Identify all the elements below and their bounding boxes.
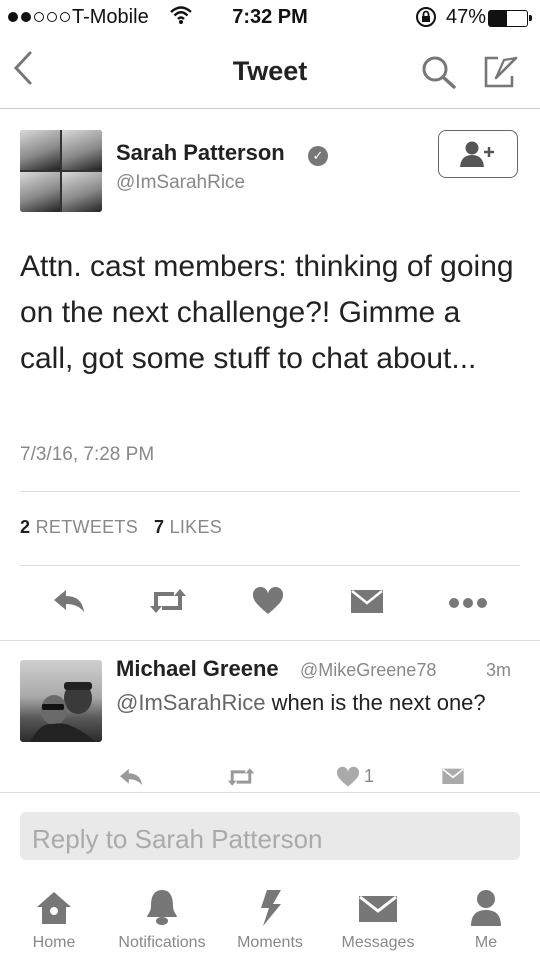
tab-me[interactable]: Me <box>432 878 540 951</box>
verified-badge-icon: ✓ <box>308 146 328 166</box>
reply-body: when is the next one? <box>265 690 486 715</box>
reply-text: @ImSarahRice when is the next one? <box>116 688 516 718</box>
reply-mention-link[interactable]: @ImSarahRice <box>116 690 266 715</box>
reply-author-name[interactable]: Michael Greene <box>116 656 279 682</box>
reply-icon[interactable] <box>118 766 144 793</box>
divider <box>20 491 520 492</box>
tab-label: Me <box>474 934 498 951</box>
divider <box>20 565 520 566</box>
navigation-bar: Tweet <box>0 36 540 109</box>
home-icon <box>37 892 71 924</box>
reply-timestamp: 3m <box>486 660 512 680</box>
more-icon[interactable] <box>448 596 488 614</box>
likes-count[interactable]: 7 <box>154 517 164 537</box>
reply-author-handle[interactable]: @MikeGreene78 <box>300 660 436 681</box>
likes-label[interactable]: LIKES <box>170 517 223 537</box>
signal-strength-icon <box>8 12 70 22</box>
lightning-icon <box>261 890 281 926</box>
heart-icon[interactable] <box>252 586 284 621</box>
retweets-label[interactable]: RETWEETS <box>36 517 138 537</box>
divider <box>0 640 540 641</box>
reply-input-placeholder: Reply to Sarah Patterson <box>32 824 323 854</box>
divider <box>0 792 540 793</box>
tweet-timestamp: 7/3/16, 7:28 PM <box>20 444 155 465</box>
tab-label: Home <box>32 934 76 951</box>
tweet-text: Attn. cast members: thinking of going on… <box>20 250 514 375</box>
battery-percent: 47% <box>446 6 487 28</box>
author-avatar[interactable] <box>20 130 102 212</box>
wifi-icon <box>170 5 192 31</box>
tab-messages[interactable]: Messages <box>324 878 432 951</box>
person-icon <box>471 890 501 926</box>
search-icon[interactable] <box>420 54 458 95</box>
tweet-stats: 2 RETWEETS 7 LIKES <box>20 517 222 538</box>
tab-label: Notifications <box>118 934 206 951</box>
tab-home[interactable]: Home <box>0 878 108 951</box>
tab-label: Moments <box>237 934 303 951</box>
author-name[interactable]: Sarah Patterson <box>116 140 285 166</box>
heart-icon[interactable] <box>336 766 360 793</box>
bell-icon <box>147 890 177 925</box>
message-icon[interactable] <box>440 766 466 791</box>
clock: 7:32 PM <box>232 6 308 28</box>
tab-bar: Home Notifications Moments Messages Me <box>0 878 540 960</box>
carrier-label: T-Mobile <box>72 6 149 28</box>
retweet-icon[interactable] <box>226 766 256 793</box>
tab-moments[interactable]: Moments <box>216 878 324 951</box>
add-user-icon <box>460 141 494 167</box>
author-handle[interactable]: @ImSarahRice <box>116 172 245 194</box>
status-bar: T-Mobile 7:32 PM 47% <box>0 0 540 36</box>
retweet-icon[interactable] <box>148 586 188 621</box>
envelope-icon <box>359 895 397 922</box>
page-title: Tweet <box>232 56 308 86</box>
follow-button[interactable] <box>438 130 518 178</box>
retweets-count[interactable]: 2 <box>20 517 30 537</box>
tab-notifications[interactable]: Notifications <box>108 878 216 951</box>
reply-author-avatar[interactable] <box>20 660 102 742</box>
message-icon[interactable] <box>350 586 384 621</box>
rotation-lock-icon <box>415 6 437 34</box>
tab-label: Messages <box>341 934 415 951</box>
reply-icon[interactable] <box>52 586 86 621</box>
reply-like-count: 1 <box>364 766 375 786</box>
battery-icon <box>488 10 532 27</box>
compose-icon[interactable] <box>482 54 522 95</box>
